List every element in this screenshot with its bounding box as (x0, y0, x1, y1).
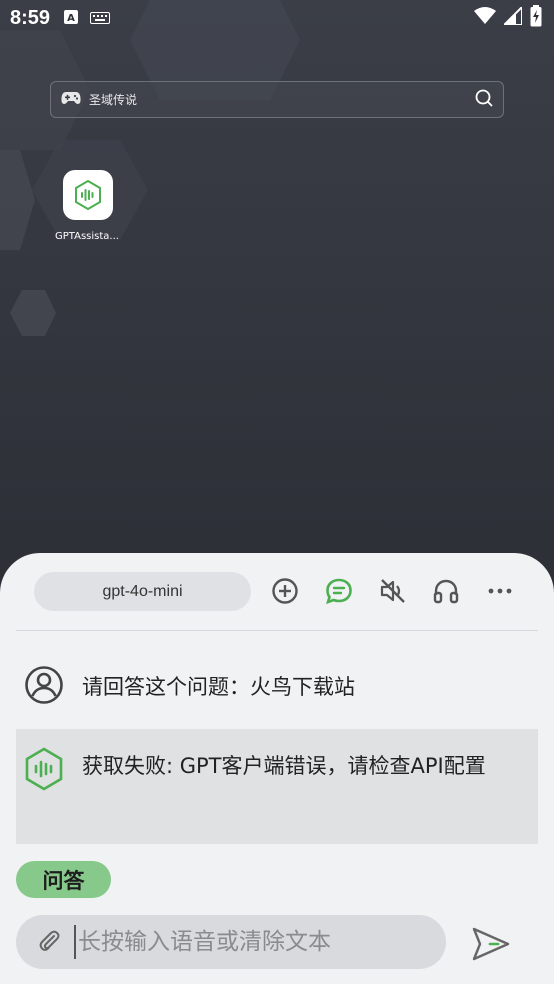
message-text: 请回答这个问题：火鸟下载站 (82, 674, 355, 699)
assistant-toolbar: gpt-4o-mini (0, 553, 554, 631)
search-bar[interactable]: 圣域传说 (50, 81, 504, 118)
headphones-icon[interactable] (430, 575, 462, 607)
svg-text:A: A (67, 13, 75, 24)
battery-icon (530, 5, 542, 31)
user-avatar-icon (24, 665, 64, 709)
model-selector[interactable]: gpt-4o-mini (34, 572, 251, 611)
add-circle-icon[interactable] (269, 575, 301, 607)
keyboard-icon (90, 9, 111, 28)
message-assistant: 获取失败: GPT客户端错误，请检查API配置 (16, 729, 538, 844)
mode-tag-qa[interactable]: 问答 (16, 861, 111, 898)
gamepad-icon (61, 90, 81, 109)
message-text: 获取失败: GPT客户端错误，请检查API配置 (82, 754, 486, 778)
wifi-icon (474, 7, 496, 29)
search-icon[interactable] (475, 89, 493, 111)
status-bar: 8:59 A (0, 0, 554, 36)
assistant-panel: gpt-4o-mini 请回答这个问题：火鸟下载站 获取失败: GPT客户端错误… (0, 553, 554, 984)
app-shortcut-gptassistant[interactable]: GPTAssista... (52, 170, 124, 242)
chat-bubble-icon[interactable] (323, 575, 355, 607)
a-letter-icon: A (64, 9, 79, 28)
search-input[interactable]: 圣域传说 (89, 91, 475, 108)
hex-voice-icon (24, 747, 64, 795)
app-label: GPTAssista... (55, 231, 119, 242)
status-time: 8:59 (10, 6, 51, 29)
send-icon[interactable] (470, 923, 512, 965)
toolbar-divider (16, 630, 538, 631)
message-input-bar (16, 915, 446, 969)
message-input[interactable] (74, 925, 414, 959)
more-icon[interactable] (484, 575, 516, 607)
signal-icon (501, 4, 523, 29)
voice-wave-icon[interactable] (63, 170, 113, 220)
paperclip-icon[interactable] (38, 928, 60, 956)
message-user: 请回答这个问题：火鸟下载站 (16, 653, 538, 721)
volume-mute-icon[interactable] (377, 575, 409, 607)
